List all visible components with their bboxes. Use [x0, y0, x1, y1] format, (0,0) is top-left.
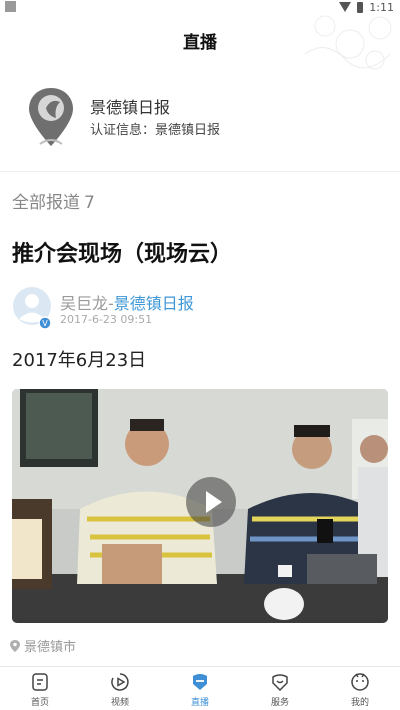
- news-body-text: 2017年6月23日: [12, 350, 147, 371]
- status-time: 1:11: [369, 0, 394, 14]
- report-count-label: 全部报道: [12, 193, 80, 213]
- avatar[interactable]: V: [12, 286, 52, 330]
- location-pin-icon: [10, 639, 20, 652]
- tab-home-label: 首页: [30, 698, 49, 708]
- report-count-value: 7: [84, 193, 95, 213]
- tab-service-label: 服务: [270, 698, 289, 708]
- tab-live-label: 直播: [190, 698, 209, 708]
- account-name: 景德镇日报: [90, 98, 171, 117]
- account-logo-icon: [29, 88, 73, 146]
- tab-video-label: 视频: [110, 698, 129, 708]
- play-button[interactable]: [186, 477, 236, 527]
- tab-profile[interactable]: 我的: [320, 667, 400, 710]
- tab-service[interactable]: 服务: [240, 667, 320, 710]
- location-row: 景德镇市: [10, 636, 76, 655]
- page-title: 直播: [183, 33, 217, 53]
- notification-icon: [5, 1, 16, 12]
- author-name: 吴巨龙: [60, 294, 109, 313]
- svg-text:V: V: [42, 319, 48, 328]
- bottom-tab-bar: 首页 视频 直播 服务 我的: [0, 666, 400, 710]
- profile-icon: [351, 673, 369, 691]
- status-bar: 1:11: [0, 0, 400, 14]
- video-player[interactable]: [12, 389, 388, 623]
- post-time: 2017-6-23 09:51: [60, 313, 153, 326]
- report-count: 全部报道 7: [12, 188, 95, 213]
- video-icon: [111, 673, 129, 691]
- source-link[interactable]: 景德镇日报: [114, 294, 194, 313]
- battery-icon: [357, 1, 364, 13]
- wifi-icon: [339, 2, 352, 12]
- status-indicators: 1:11: [339, 0, 394, 14]
- account-card[interactable]: 景德镇日报 认证信息：景德镇日报: [0, 64, 400, 172]
- home-icon: [32, 673, 48, 691]
- tab-profile-label: 我的: [350, 698, 369, 708]
- tab-home[interactable]: 首页: [0, 667, 80, 710]
- author-row: V 吴巨龙-景德镇日报 2017-6-23 09:51: [12, 286, 392, 334]
- author-line: 吴巨龙-景德镇日报: [60, 290, 194, 314]
- tab-video[interactable]: 视频: [80, 667, 160, 710]
- service-icon: [272, 674, 288, 692]
- tab-live[interactable]: 直播: [160, 667, 240, 710]
- location-text: 景德镇市: [24, 640, 77, 655]
- news-title[interactable]: 推介会现场（现场云）: [12, 236, 232, 268]
- account-cert: 认证信息：景德镇日报: [90, 123, 221, 138]
- header: 直播: [0, 14, 400, 70]
- live-icon: [193, 674, 207, 690]
